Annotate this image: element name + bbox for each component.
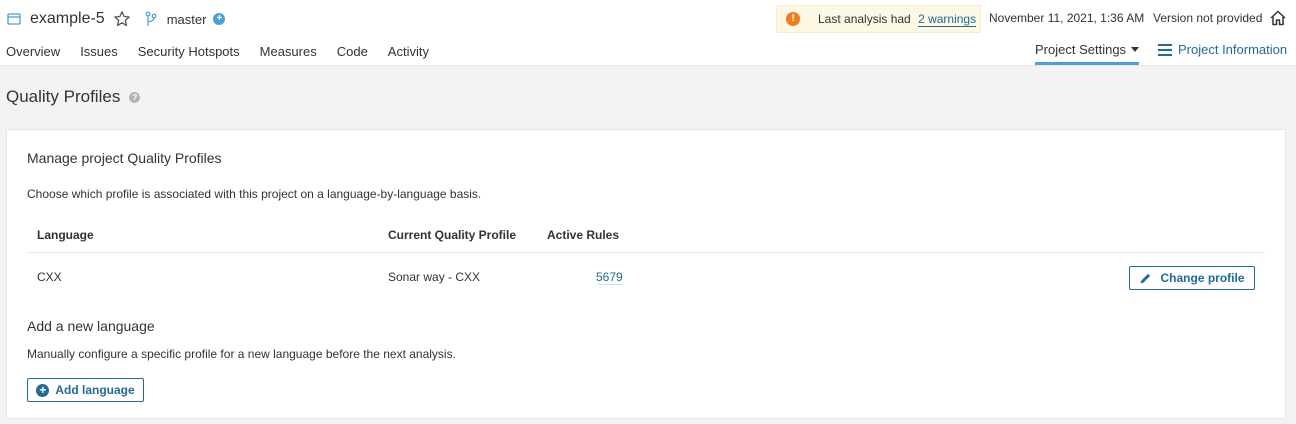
project-settings-label: Project Settings — [1035, 42, 1127, 57]
project-icon — [6, 11, 22, 27]
card-title: Manage project Quality Profiles — [27, 150, 222, 166]
row-profile: Sonar way - CXX — [388, 270, 481, 284]
chevron-down-icon — [1131, 47, 1140, 52]
list-icon — [1158, 43, 1172, 56]
column-header-profile: Current Quality Profile — [388, 228, 517, 242]
plus-circle-icon: + — [36, 383, 50, 397]
nav-activity[interactable]: Activity — [388, 44, 429, 59]
nav-measures[interactable]: Measures — [260, 44, 317, 59]
quality-profiles-card: Manage project Quality Profiles Choose w… — [6, 129, 1286, 419]
nav-code[interactable]: Code — [337, 44, 368, 59]
change-profile-button[interactable]: Change profile — [1129, 266, 1255, 290]
home-icon[interactable] — [1269, 9, 1287, 27]
add-language-title: Add a new language — [27, 318, 155, 334]
nav-security-hotspots[interactable]: Security Hotspots — [138, 44, 240, 59]
branch-name[interactable]: master — [167, 12, 207, 27]
branch-icon — [145, 11, 159, 27]
nav-overview[interactable]: Overview — [6, 44, 60, 59]
project-name[interactable]: example-5 — [30, 10, 105, 28]
nav-issues[interactable]: Issues — [80, 44, 118, 59]
add-language-button[interactable]: + Add language — [27, 378, 144, 402]
warnings-link[interactable]: 2 warnings — [918, 12, 977, 27]
active-rules-link[interactable]: 5679 — [596, 270, 623, 285]
column-header-rules: Active Rules — [547, 228, 620, 242]
warning-text: Last analysis had 2 warnings — [818, 12, 977, 27]
table-divider — [27, 252, 1265, 253]
add-language-label: Add language — [55, 383, 135, 397]
project-header: example-5 master + — [6, 8, 226, 30]
column-header-language: Language — [37, 228, 94, 242]
card-description: Choose which profile is associated with … — [27, 187, 482, 201]
star-icon[interactable] — [113, 10, 131, 28]
change-profile-label: Change profile — [1160, 271, 1245, 285]
row-language: CXX — [37, 270, 62, 284]
warning-icon: ! — [786, 12, 800, 26]
version-text: Version not provided — [1153, 11, 1263, 25]
project-nav: Overview Issues Security Hotspots Measur… — [6, 42, 449, 60]
nav-right: Project Settings — [1035, 42, 1140, 65]
analysis-date: November 11, 2021, 1:36 AM — [989, 11, 1145, 25]
page-header: Quality Profiles ? — [6, 87, 141, 107]
page-title: Quality Profiles — [6, 87, 121, 106]
branch-plus-icon[interactable]: + — [213, 13, 226, 25]
pencil-icon — [1140, 273, 1151, 283]
analysis-warning: ! Last analysis had 2 warnings — [776, 5, 981, 33]
warning-prefix: Last analysis had — [818, 12, 911, 26]
project-settings-tab[interactable]: Project Settings — [1035, 42, 1140, 65]
help-icon[interactable]: ? — [129, 91, 141, 103]
top-bar: example-5 master + ! Last analysis had 2… — [0, 0, 1296, 66]
add-language-description: Manually configure a specific profile fo… — [27, 347, 456, 361]
project-information-link[interactable]: Project Information — [1158, 42, 1287, 57]
project-information-label: Project Information — [1178, 42, 1288, 57]
